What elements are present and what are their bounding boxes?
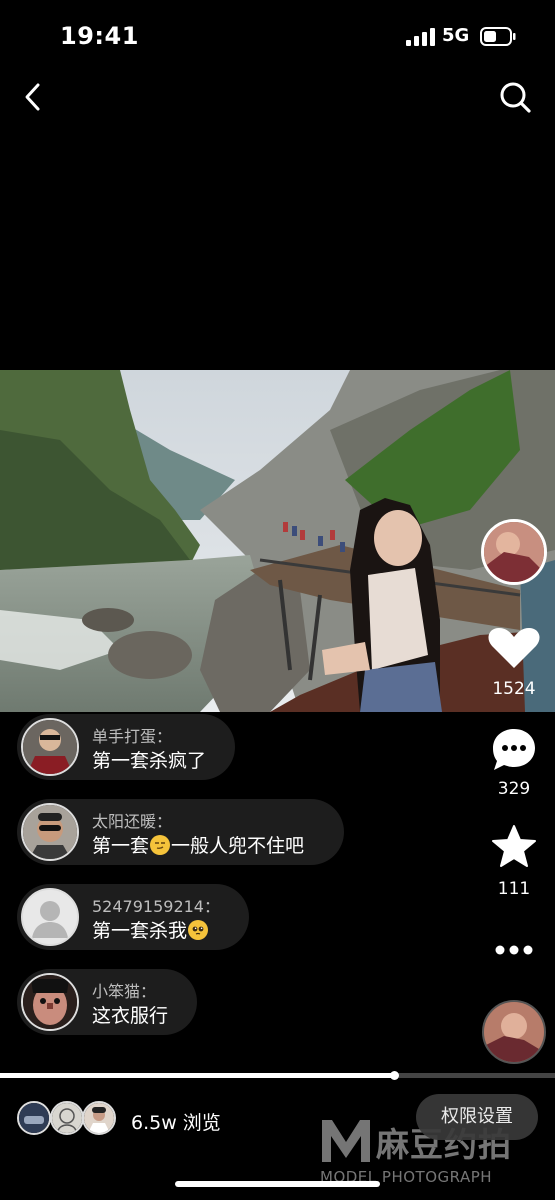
star-icon (492, 825, 536, 867)
like-count: 1524 (492, 679, 536, 699)
back-button[interactable] (14, 78, 54, 118)
comment-bubble[interactable]: 52479159214： 第一套杀我 (17, 884, 249, 950)
signal-icon (406, 28, 435, 46)
comment-bubble[interactable]: 太阳还暖： 第一套 一般人兜不住吧 (17, 799, 344, 865)
progress-fill (0, 1073, 394, 1078)
more-button[interactable] (474, 938, 554, 966)
media-progress-bar[interactable] (0, 1071, 555, 1080)
music-disc-avatar[interactable] (482, 1000, 546, 1064)
comment-bubble[interactable]: 小笨猫： 这衣服行 (17, 969, 197, 1035)
viewer-avatar (50, 1101, 84, 1135)
like-button[interactable] (474, 624, 554, 676)
smirk-emoji-icon (150, 835, 171, 855)
chevron-left-icon (25, 83, 40, 111)
status-time: 19:41 (60, 22, 139, 50)
search-button[interactable] (496, 78, 536, 118)
comment-text-part: 第一套 (92, 835, 150, 857)
pleading-emoji-icon (188, 920, 209, 940)
commenter-name: 52479159214： (92, 897, 220, 916)
progress-handle[interactable] (390, 1071, 399, 1080)
search-icon (500, 82, 531, 113)
heart-icon (488, 628, 540, 668)
network-label: 5G (442, 25, 470, 46)
comment-icon (493, 729, 535, 770)
battery-icon (480, 27, 516, 46)
viewer-avatar (17, 1101, 51, 1135)
home-indicator[interactable] (175, 1181, 380, 1187)
post-photo[interactable] (0, 370, 555, 712)
comment-text-part: 第一套杀我 (92, 920, 188, 942)
brand-logo-icon (322, 1120, 370, 1162)
view-count: 6.5w 浏览 (131, 1112, 221, 1134)
default-avatar-icon (23, 890, 77, 944)
comment-bubble[interactable]: 单手打蛋： 第一套杀疯了 (17, 714, 235, 780)
commenter-avatar[interactable] (21, 718, 79, 776)
comment-button[interactable] (474, 726, 554, 778)
comment-text: 第一套杀我 (92, 916, 209, 943)
favorite-count: 111 (497, 879, 531, 899)
commenter-avatar[interactable] (21, 803, 79, 861)
commenter-avatar[interactable] (21, 973, 79, 1031)
more-icon (495, 945, 533, 955)
comment-text-part: 一般人兜不住吧 (171, 835, 305, 857)
comment-text: 第一套杀疯了 (92, 750, 207, 772)
viewer-avatar (82, 1101, 116, 1135)
author-avatar[interactable] (481, 519, 547, 585)
commenter-name: 小笨猫： (92, 982, 157, 1001)
commenter-avatar[interactable] (21, 888, 79, 946)
favorite-button[interactable] (474, 823, 554, 875)
comment-count: 329 (497, 779, 531, 799)
commenter-name: 太阳还暖： (92, 812, 173, 831)
commenter-name: 单手打蛋： (92, 727, 173, 746)
comment-text: 这衣服行 (92, 1005, 169, 1027)
comment-text: 第一套 一般人兜不住吧 (92, 831, 304, 858)
status-bar: 19:41 5G (0, 0, 555, 70)
permission-settings-button[interactable]: 权限设置 (416, 1094, 538, 1140)
